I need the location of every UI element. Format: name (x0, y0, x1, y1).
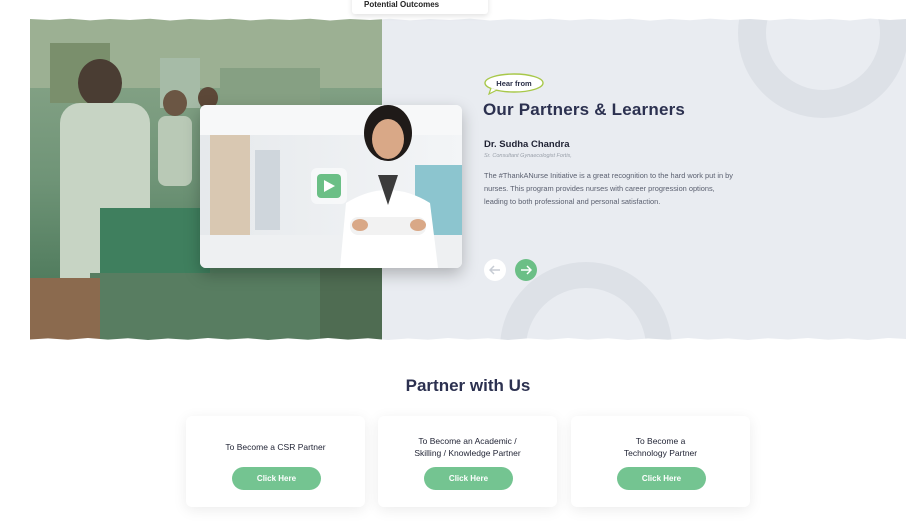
partner-card-label: To Become an Academic / Skilling / Knowl… (414, 436, 521, 458)
testimonial-video-card[interactable] (200, 105, 462, 268)
carousel-prev-button[interactable] (484, 259, 506, 281)
hear-from-badge: Hear from (484, 73, 544, 95)
nav-dropdown-menu: Potential Outcomes (352, 0, 488, 14)
torn-edge-bottom (30, 338, 906, 341)
testimonial-heading: Our Partners & Learners (483, 100, 686, 119)
dropdown-item-potential-outcomes[interactable]: Potential Outcomes (364, 0, 439, 9)
testimonial-section: Hear from Our Partners & Learners Dr. Su… (30, 18, 906, 341)
arrow-right-icon (521, 265, 532, 275)
testimonial-person-role: Sr. Consultant Gynaecologist Fortis, (484, 153, 572, 159)
hear-from-label: Hear from (496, 79, 532, 88)
partner-section-title: Partner with Us (405, 376, 531, 395)
academic-partner-button[interactable]: Click Here (424, 467, 513, 490)
partner-card-label: To Become a CSR Partner (225, 442, 326, 452)
decorative-ring-top (738, 18, 906, 118)
play-video-button[interactable] (311, 168, 347, 204)
partner-card-academic: To Become an Academic / Skilling / Knowl… (378, 416, 557, 507)
arrow-left-icon (489, 265, 500, 275)
technology-partner-button[interactable]: Click Here (617, 467, 706, 490)
play-icon (324, 180, 335, 192)
torn-edge-top (30, 18, 906, 21)
csr-partner-button[interactable]: Click Here (232, 467, 321, 490)
carousel-next-button[interactable] (515, 259, 537, 281)
testimonial-quote: The #ThankANurse Initiative is a great r… (484, 171, 733, 206)
partner-card-technology: To Become a Technology Partner Click Her… (571, 416, 750, 507)
partner-card-label: To Become a Technology Partner (623, 436, 698, 458)
testimonial-person-name: Dr. Sudha Chandra (484, 139, 570, 150)
partner-card-csr: To Become a CSR Partner Click Here (186, 416, 365, 507)
